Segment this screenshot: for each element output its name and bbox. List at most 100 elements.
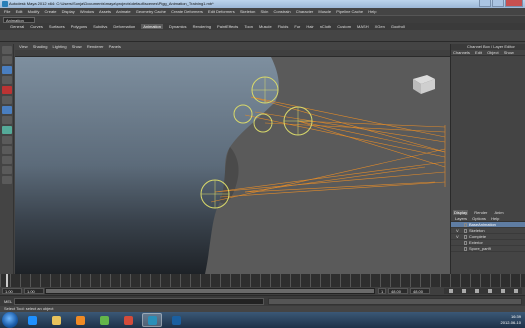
layer-color-swatch[interactable] (464, 241, 467, 245)
shelf-tab-curves[interactable]: Curves (30, 24, 43, 29)
channel-menu-edit[interactable]: Edit (475, 50, 482, 55)
lasso-tool-icon[interactable] (1, 56, 12, 64)
layer-menu-layers[interactable]: Layers (455, 216, 467, 221)
paint-select-tool-icon[interactable] (1, 66, 12, 74)
soft-mod-tool-icon[interactable] (1, 116, 12, 124)
panel-menu-panels[interactable]: Panels (109, 44, 121, 49)
go-to-start-icon[interactable] (448, 289, 453, 293)
menu-help[interactable]: Help (368, 9, 376, 14)
layer-color-swatch[interactable] (464, 229, 467, 233)
channel-menu-show[interactable]: Show (504, 50, 514, 55)
panel-menu-shading[interactable]: Shading (33, 44, 48, 49)
taskbar-photoshop-icon[interactable] (166, 313, 186, 327)
shelf-tab-general[interactable]: General (10, 24, 24, 29)
scale-tool-icon[interactable] (1, 96, 12, 104)
system-clock[interactable]: 16:39 2012-06-10 (501, 314, 521, 326)
menu-assets[interactable]: Assets (99, 9, 111, 14)
shelf-tab-ncloth[interactable]: nCloth (320, 24, 332, 29)
layer-color-swatch[interactable] (464, 235, 467, 239)
menu-geometry-cache[interactable]: Geometry Cache (136, 9, 166, 14)
layer-row[interactable]: Spore_part9 (451, 246, 525, 252)
shelf-tab-goofroll[interactable]: Goofroll (391, 24, 405, 29)
shelf-tab-mash[interactable]: MASH (357, 24, 369, 29)
step-back-icon[interactable] (461, 289, 466, 293)
tab-anim[interactable]: Anim (494, 210, 505, 215)
range-end-field[interactable]: 48.00 (388, 288, 408, 294)
move-tool-icon[interactable] (1, 76, 12, 84)
menu-file[interactable]: File (4, 9, 10, 14)
taskbar-explorer-icon[interactable] (46, 313, 66, 327)
shelf-tab-subdivs[interactable]: Subdivs (93, 24, 107, 29)
step-forward-icon[interactable] (500, 289, 505, 293)
current-time-field[interactable]: 1 (378, 288, 386, 294)
shelf-tab-dynamics[interactable]: Dynamics (169, 24, 187, 29)
menu-edit-deformers[interactable]: Edit Deformers (208, 9, 235, 14)
maximize-button[interactable] (492, 0, 504, 7)
shelf-tab-rendering[interactable]: Rendering (193, 24, 211, 29)
shelf-tab-custom[interactable]: Custom (337, 24, 351, 29)
menu-constrain[interactable]: Constrain (273, 9, 290, 14)
layer-menu-help[interactable]: Help (491, 216, 499, 221)
range-slider[interactable] (45, 288, 375, 294)
menu-create-deformers[interactable]: Create Deformers (171, 9, 203, 14)
perspective-viewport[interactable] (15, 57, 450, 274)
menu-edit[interactable]: Edit (16, 9, 23, 14)
taskbar-chrome-icon[interactable] (118, 313, 138, 327)
time-slider-playhead[interactable] (6, 274, 8, 287)
taskbar-ie-icon[interactable] (22, 313, 42, 327)
end-time-field[interactable]: 48.00 (410, 288, 430, 294)
menu-animate[interactable]: Animate (116, 9, 131, 14)
channel-menu-channels[interactable]: Channels (453, 50, 470, 55)
start-time-field[interactable]: 1.00 (2, 288, 22, 294)
minimize-button[interactable] (479, 0, 491, 7)
time-slider[interactable] (0, 274, 525, 287)
menu-modify[interactable]: Modify (28, 9, 40, 14)
shelf-tab-xgen[interactable]: XGen (375, 24, 385, 29)
menu-muscle[interactable]: Muscle (318, 9, 331, 14)
range-start-field[interactable]: 1.00 (24, 288, 44, 294)
menu-pipeline-cache[interactable]: Pipeline Cache (336, 9, 363, 14)
shelf-tab-fluids[interactable]: Fluids (278, 24, 289, 29)
shelf-tab-animation[interactable]: Animation (141, 24, 163, 29)
layout-single-icon[interactable] (1, 136, 12, 144)
shelf-tab-fur[interactable]: Fur (294, 24, 300, 29)
layer-menu-options[interactable]: Options (472, 216, 486, 221)
last-tool-icon[interactable] (1, 126, 12, 134)
menu-character[interactable]: Character (296, 9, 314, 14)
command-input[interactable] (14, 298, 264, 305)
layout-persp-icon[interactable] (1, 176, 12, 184)
command-language-label[interactable]: MEL (4, 299, 12, 304)
menu-skeleton[interactable]: Skeleton (240, 9, 256, 14)
tab-display[interactable]: Display (453, 210, 469, 215)
close-button[interactable] (505, 0, 523, 7)
tab-render[interactable]: Render (473, 210, 488, 215)
shelf-tab-muscle[interactable]: Muscle (259, 24, 272, 29)
shelf-tab-surfaces[interactable]: Surfaces (49, 24, 65, 29)
channel-menu-object[interactable]: Object (487, 50, 499, 55)
taskbar-maya-icon[interactable] (142, 313, 162, 327)
play-backward-icon[interactable] (474, 289, 479, 293)
menu-skin[interactable]: Skin (261, 9, 269, 14)
panel-menu-lighting[interactable]: Lighting (53, 44, 67, 49)
menu-create[interactable]: Create (45, 9, 57, 14)
shelf-tab-polygons[interactable]: Polygons (71, 24, 87, 29)
shelf-tab-deformation[interactable]: Deformation (113, 24, 135, 29)
start-button[interactable] (2, 312, 18, 328)
manipulator-tool-icon[interactable] (1, 106, 12, 114)
select-tool-icon[interactable] (1, 46, 12, 54)
layer-color-swatch[interactable] (464, 223, 467, 227)
panel-menu-show[interactable]: Show (72, 44, 82, 49)
panel-menu-renderer[interactable]: Renderer (87, 44, 104, 49)
shelf-tab-hair[interactable]: Hair (306, 24, 313, 29)
taskbar-media-player-icon[interactable] (70, 313, 90, 327)
layout-outliner-icon[interactable] (1, 156, 12, 164)
menu-display[interactable]: Display (62, 9, 75, 14)
taskbar-utorrent-icon[interactable] (94, 313, 114, 327)
play-forward-icon[interactable] (487, 289, 492, 293)
go-to-end-icon[interactable] (513, 289, 518, 293)
rotate-tool-icon[interactable] (1, 86, 12, 94)
panel-menu-view[interactable]: View (19, 44, 28, 49)
layout-four-icon[interactable] (1, 146, 12, 154)
menu-window[interactable]: Window (80, 9, 94, 14)
layout-graph-icon[interactable] (1, 166, 12, 174)
